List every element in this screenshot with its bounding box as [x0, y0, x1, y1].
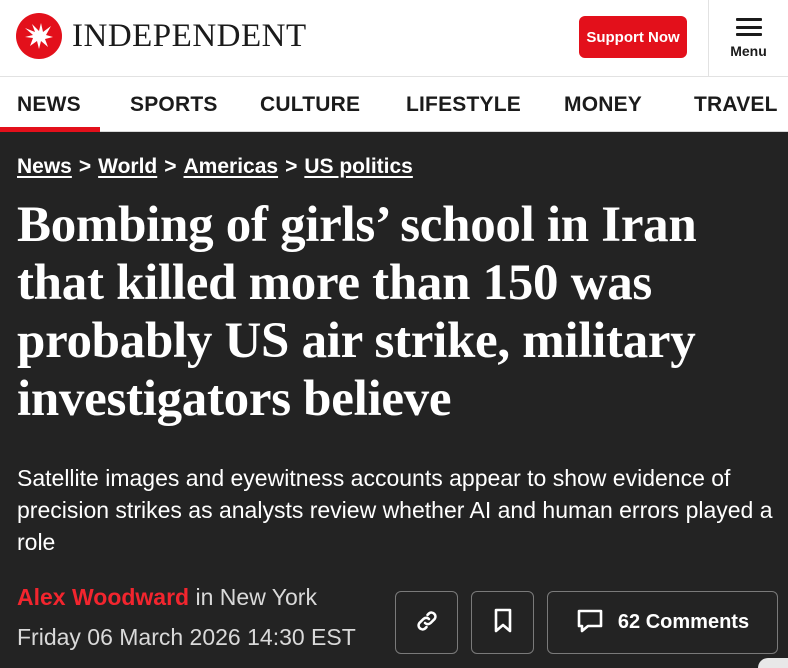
comments-button[interactable]: 62 Comments	[547, 591, 778, 654]
logo-wordmark: INDEPENDENT	[72, 17, 307, 54]
breadcrumb: News > World > Americas > US politics	[17, 155, 413, 179]
hamburger-menu-icon	[735, 18, 762, 36]
scroll-edge	[758, 658, 788, 668]
article-standfirst: Satellite images and eyewitness accounts…	[17, 465, 773, 555]
menu-label: Menu	[730, 43, 767, 59]
breadcrumb-separator: >	[285, 155, 298, 178]
breadcrumb-news[interactable]: News	[17, 155, 72, 178]
breadcrumb-us-politics[interactable]: US politics	[304, 155, 413, 178]
bookmark-icon	[492, 608, 514, 637]
section-nav: NEWS SPORTS CULTURE LIFESTYLE MONEY TRAV…	[0, 77, 788, 132]
nav-item-lifestyle[interactable]: LIFESTYLE	[406, 77, 521, 132]
site-header: INDEPENDENT Support Now Menu	[0, 0, 788, 77]
breadcrumb-separator: >	[164, 155, 177, 178]
logo[interactable]: INDEPENDENT	[16, 13, 307, 59]
author-link[interactable]: Alex Woodward	[17, 584, 189, 610]
breadcrumb-americas[interactable]: Americas	[184, 155, 279, 178]
nav-item-culture[interactable]: CULTURE	[260, 77, 360, 132]
byline-location: in New York	[189, 584, 317, 610]
menu-button[interactable]: Menu	[708, 0, 788, 77]
nav-item-money[interactable]: MONEY	[564, 77, 642, 132]
comments-count-label: 62 Comments	[617, 611, 750, 633]
link-icon	[414, 608, 440, 637]
byline: Alex Woodward in New York	[17, 584, 317, 611]
eagle-icon	[16, 13, 62, 59]
article-headline: Bombing of girls’ school in Iran that ki…	[17, 197, 697, 427]
breadcrumb-separator: >	[78, 155, 92, 178]
share-link-button[interactable]	[395, 591, 458, 654]
breadcrumb-world[interactable]: World	[98, 155, 157, 178]
nav-item-sports[interactable]: SPORTS	[130, 77, 218, 132]
bookmark-button[interactable]	[471, 591, 534, 654]
comment-icon	[576, 608, 604, 637]
nav-item-travel[interactable]: TRAVEL	[694, 77, 778, 132]
nav-item-news[interactable]: NEWS	[0, 77, 100, 132]
support-now-button[interactable]: Support Now	[579, 16, 687, 58]
publish-date: Friday 06 March 2026 14:30 EST	[17, 624, 356, 650]
